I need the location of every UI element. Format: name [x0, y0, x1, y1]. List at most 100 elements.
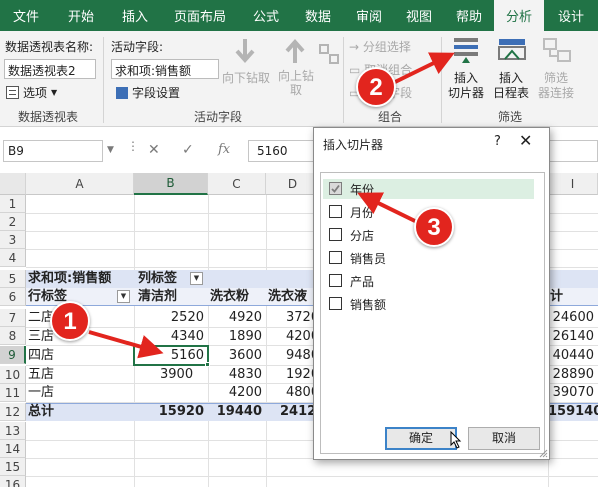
drill-up-label-2: 取 [289, 83, 302, 97]
row-header-9[interactable]: 9 [0, 346, 26, 364]
value-cell[interactable]: 39070 [548, 384, 598, 402]
group-selection-button[interactable]: → 分组选择 [349, 38, 411, 55]
row-header-5[interactable]: 5 [0, 270, 26, 288]
active-field-input[interactable]: 求和项:销售额 [111, 59, 219, 79]
value-cell[interactable]: 28890 [548, 366, 598, 384]
tab-home[interactable]: 开始 [52, 0, 110, 31]
row-labels-filter-icon[interactable]: ▼ [117, 290, 130, 303]
row-header-14[interactable]: 14 [0, 440, 26, 458]
insert-function-icon[interactable]: fx [218, 142, 230, 157]
column-header-c[interactable]: C [208, 173, 266, 195]
column-header-d[interactable]: D [266, 173, 320, 195]
checkbox-month[interactable] [329, 205, 342, 218]
tab-file[interactable]: 文件 [0, 0, 52, 31]
value-cell[interactable]: 4340 [134, 328, 208, 346]
total-cell[interactable]: 15920 [134, 403, 208, 421]
tab-review[interactable]: 审阅 [344, 0, 394, 31]
checkbox-year[interactable] [329, 182, 342, 195]
tab-data[interactable]: 数据 [292, 0, 344, 31]
value-cell[interactable]: 2520 [134, 309, 208, 327]
checkbox-branch[interactable] [329, 228, 342, 241]
name-box[interactable]: B9 [3, 140, 103, 162]
pivot-col-header[interactable]: 计 [550, 288, 598, 306]
filter-connections-icon [543, 38, 571, 62]
insert-slicer-button[interactable]: 插入 切片器 [446, 71, 486, 101]
row-header-3[interactable]: 3 [0, 231, 26, 249]
callout-badge-1: 1 [50, 301, 90, 341]
close-icon[interactable]: ✕ [519, 131, 532, 150]
row-header-2[interactable]: 2 [0, 213, 26, 231]
chevron-down-icon: ▼ [51, 88, 58, 97]
value-cell[interactable]: 4920 [208, 309, 266, 327]
row-header-13[interactable]: 13 [0, 422, 26, 440]
tab-formulas[interactable]: 公式 [240, 0, 292, 31]
tab-help[interactable]: 帮助 [444, 0, 494, 31]
row-header-16[interactable]: 16 [0, 476, 26, 487]
resize-grip-icon[interactable] [538, 448, 548, 458]
drill-down-button[interactable]: 向下钻取 [222, 69, 270, 86]
row-header-11[interactable]: 11 [0, 384, 26, 402]
tab-design[interactable]: 设计 [544, 0, 598, 31]
value-cell[interactable]: 3600 [208, 347, 266, 365]
name-box-dropdown-icon[interactable]: ▼ [107, 145, 114, 155]
row-header-10[interactable]: 10 [0, 366, 26, 384]
total-label-cell[interactable]: 总计 [28, 403, 134, 421]
row-header-6[interactable]: 6 [0, 288, 26, 306]
group-active-field-label: 活动字段 [194, 110, 243, 124]
enter-icon[interactable]: ✓ [182, 142, 194, 158]
options-button[interactable]: 选项 ▼ [6, 84, 57, 101]
value-cell[interactable]: 4830 [208, 366, 266, 384]
value-cell[interactable]: 26140 [548, 328, 598, 346]
checkbox-product[interactable] [329, 274, 342, 287]
row-header-1[interactable]: 1 [0, 195, 26, 213]
row-header-8[interactable]: 8 [0, 327, 26, 345]
value-cell[interactable]: 24600 [548, 309, 598, 327]
expand-field-icon [319, 44, 339, 64]
select-all-corner[interactable] [0, 173, 26, 195]
insert-timeline-button[interactable]: 插入 日程表 [490, 71, 532, 101]
drill-up-icon [285, 38, 305, 63]
ok-button[interactable]: 确定 [385, 427, 457, 450]
filter-connections-button[interactable]: 筛选 器连接 [535, 71, 577, 101]
column-header-i[interactable]: I [548, 173, 598, 195]
tab-insert[interactable]: 插入 [110, 0, 160, 31]
value-cell[interactable] [134, 384, 208, 402]
row-header-12[interactable]: 12 [0, 403, 26, 421]
row-label-cell[interactable]: 四店 [28, 347, 134, 365]
field-settings-button[interactable]: 字段设置 [116, 84, 180, 101]
more-options-icon: ⋮ [127, 139, 139, 153]
insert-slicer-label-1: 插入 [453, 71, 478, 85]
drill-up-button[interactable]: 向上钻 取 [278, 69, 314, 97]
value-cell[interactable]: 4200 [208, 384, 266, 402]
row-label-cell[interactable]: 一店 [28, 384, 134, 402]
help-icon[interactable]: ? [494, 134, 501, 149]
column-labels-filter-icon[interactable]: ▼ [190, 272, 203, 285]
pivot-column-labels[interactable]: 列标签 [138, 270, 194, 288]
row-header-4[interactable]: 4 [0, 249, 26, 267]
tab-analyze[interactable]: 分析 [494, 0, 544, 31]
cancel-button[interactable]: 取消 [468, 427, 540, 450]
checkbox-salesperson[interactable] [329, 251, 342, 264]
field-label-salesperson: 销售员 [350, 252, 387, 266]
checkbox-sales[interactable] [329, 297, 342, 310]
row-header-7[interactable]: 7 [0, 309, 26, 327]
cancel-icon[interactable]: ✕ [148, 142, 160, 158]
value-cell[interactable]: 40440 [548, 347, 598, 365]
column-header-b[interactable]: B [134, 173, 208, 195]
field-label-branch: 分店 [350, 229, 375, 243]
value-cell[interactable]: 3900 [134, 366, 208, 384]
callout-badge-2: 2 [356, 67, 396, 107]
fill-handle[interactable] [205, 362, 210, 367]
pivot-value-field-label[interactable]: 求和项:销售额 [28, 270, 134, 288]
total-cell[interactable]: 19440 [208, 403, 266, 421]
row-label-cell[interactable]: 五店 [28, 366, 134, 384]
value-cell[interactable]: 1890 [208, 328, 266, 346]
total-cell[interactable]: 159140 [548, 403, 598, 421]
row-header-15[interactable]: 15 [0, 458, 26, 476]
pivot-col-header[interactable]: 清洁剂 [138, 288, 208, 306]
tab-page-layout[interactable]: 页面布局 [160, 0, 240, 31]
tab-view[interactable]: 视图 [394, 0, 444, 31]
pivot-name-input[interactable]: 数据透视表2 [4, 59, 96, 79]
pivot-col-header[interactable]: 洗衣粉 [210, 288, 266, 306]
column-header-a[interactable]: A [26, 173, 134, 195]
